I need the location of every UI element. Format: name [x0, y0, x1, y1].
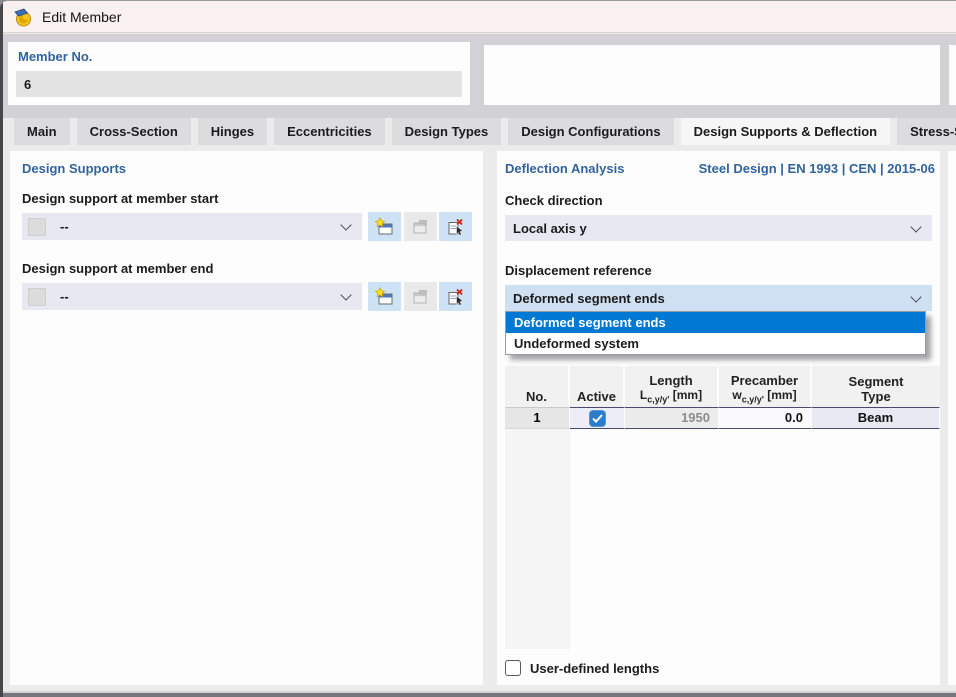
support-end-label: Design support at member end — [22, 261, 213, 276]
deflection-analysis-panel: Deflection Analysis Steel Design | EN 19… — [497, 151, 940, 685]
col-header-segment-type: Segment Type — [812, 365, 940, 407]
tab-bar: Main Cross-Section Hinges Eccentricities… — [14, 118, 956, 145]
new-design-support-button[interactable] — [368, 212, 401, 241]
tab-design-configurations[interactable]: Design Configurations — [508, 118, 673, 145]
title-bar[interactable]: Edit Member — [0, 1, 956, 33]
user-defined-lengths-checkbox[interactable] — [505, 660, 521, 676]
design-supports-heading: Design Supports — [22, 161, 126, 176]
support-start-value: -- — [60, 219, 69, 234]
col-header-no: No. — [505, 365, 570, 407]
member-no-label: Member No. — [18, 49, 92, 64]
new-window-star-icon — [374, 287, 395, 307]
edit-window-icon — [411, 217, 431, 237]
chevron-down-icon — [910, 291, 921, 302]
displacement-reference-dropdown: Deformed segment ends Undeformed system — [505, 311, 926, 355]
window-title: Edit Member — [42, 9, 121, 25]
cell-length[interactable]: 1950 — [625, 407, 719, 429]
support-start-label: Design support at member start — [22, 191, 219, 206]
tab-design-types[interactable]: Design Types — [392, 118, 502, 145]
displacement-reference-value: Deformed segment ends — [513, 291, 665, 306]
col-header-precamber: Precamber wc,y/y' [mm] — [719, 365, 812, 407]
support-end-combobox[interactable]: -- — [22, 283, 362, 310]
user-defined-lengths-row: User-defined lengths — [505, 660, 659, 676]
support-end-value: -- — [60, 289, 69, 304]
active-checkbox-checked[interactable] — [589, 410, 606, 427]
right-panel-sliver — [948, 151, 956, 685]
delete-design-support-end-button[interactable] — [439, 282, 472, 311]
tab-stress-strain[interactable]: Stress-Strain A — [897, 118, 956, 145]
check-direction-combobox[interactable]: Local axis y — [505, 215, 932, 241]
color-swatch — [28, 218, 46, 236]
deflection-analysis-heading: Deflection Analysis — [505, 161, 624, 176]
design-supports-panel: Design Supports Design support at member… — [10, 151, 483, 685]
check-direction-value: Local axis y — [513, 221, 587, 236]
new-design-support-end-button[interactable] — [368, 282, 401, 311]
delete-assignment-icon — [446, 217, 466, 237]
table-header-row: No. Active Length Lc,y/y' [mm] Precamber… — [505, 365, 940, 407]
displacement-reference-combobox[interactable]: Deformed segment ends — [505, 285, 932, 311]
edit-design-support-button — [404, 212, 437, 241]
window-left-border — [0, 1, 3, 697]
member-no-box: Member No. — [8, 42, 470, 105]
tab-hinges[interactable]: Hinges — [198, 118, 267, 145]
tab-cross-section[interactable]: Cross-Section — [77, 118, 191, 145]
member-no-input[interactable] — [16, 71, 462, 97]
delete-design-support-button[interactable] — [439, 212, 472, 241]
user-defined-lengths-label: User-defined lengths — [530, 661, 659, 676]
delete-assignment-icon — [446, 287, 466, 307]
row-header-column-strip — [505, 429, 570, 649]
cell-segment-type[interactable]: Beam — [812, 407, 940, 429]
col-header-active: Active — [570, 365, 625, 407]
new-window-star-icon — [374, 217, 395, 237]
cell-no: 1 — [505, 407, 570, 429]
edit-window-icon — [411, 287, 431, 307]
chevron-down-icon — [910, 221, 921, 232]
dropdown-option-undeformed-system[interactable]: Undeformed system — [506, 333, 925, 354]
check-direction-label: Check direction — [505, 193, 603, 208]
segments-table: No. Active Length Lc,y/y' [mm] Precamber… — [505, 365, 940, 429]
right-edge-box — [949, 45, 956, 105]
tab-design-supports-deflection[interactable]: Design Supports & Deflection — [681, 118, 890, 145]
displacement-reference-label: Displacement reference — [505, 263, 652, 278]
chevron-down-icon — [340, 219, 351, 230]
window-bottom-border — [0, 691, 956, 697]
edit-member-dialog: Edit Member Member No. Main Cross-Sectio… — [0, 0, 956, 697]
col-header-length: Length Lc,y/y' [mm] — [625, 365, 719, 407]
member-icon — [13, 7, 33, 27]
support-start-combobox[interactable]: -- — [22, 213, 362, 240]
design-standard-label: Steel Design | EN 1993 | CEN | 2015-06 — [699, 161, 935, 176]
chevron-down-icon — [340, 289, 351, 300]
member-list-box — [484, 45, 940, 105]
tab-main[interactable]: Main — [14, 118, 70, 145]
table-row: 1 1950 0.0 Beam — [505, 407, 940, 429]
tab-eccentricities[interactable]: Eccentricities — [274, 118, 385, 145]
dropdown-option-deformed-segment-ends[interactable]: Deformed segment ends — [506, 312, 925, 333]
cell-active[interactable] — [570, 407, 625, 429]
color-swatch — [28, 288, 46, 306]
cell-precamber[interactable]: 0.0 — [719, 407, 812, 429]
edit-design-support-end-button — [404, 282, 437, 311]
